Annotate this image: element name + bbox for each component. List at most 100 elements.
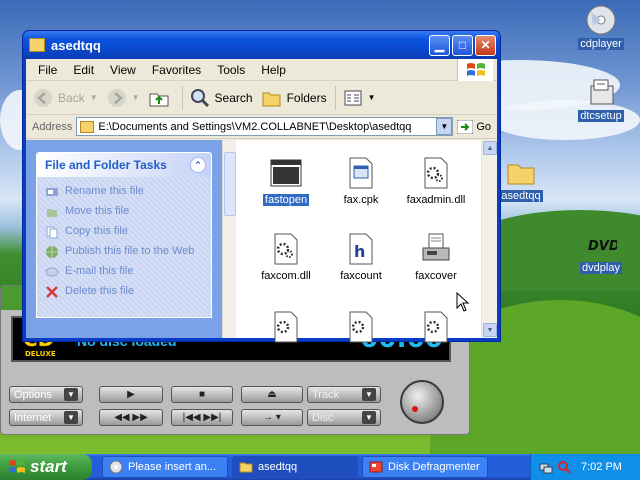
file-item[interactable]: fax.cpk bbox=[326, 156, 396, 206]
menu-file[interactable]: File bbox=[30, 63, 65, 77]
task-section-header[interactable]: File and Folder Tasks ⌃ bbox=[37, 153, 211, 177]
folder-icon bbox=[507, 164, 535, 185]
file-item[interactable]: faxadmin.dll bbox=[401, 156, 471, 206]
start-button[interactable]: start bbox=[0, 454, 92, 480]
chevron-down-icon[interactable]: ▼ bbox=[436, 118, 453, 135]
file-item[interactable]: faxcover bbox=[401, 232, 471, 282]
svg-text:DELUXE: DELUXE bbox=[25, 350, 56, 358]
email-icon bbox=[45, 267, 59, 277]
file-name: faxadmin.dll bbox=[406, 194, 466, 206]
desktop-icon-dvdplay[interactable]: DVD dvdplay bbox=[566, 228, 636, 274]
file-item[interactable]: h faxcount bbox=[326, 232, 396, 282]
menu-tools[interactable]: Tools bbox=[209, 63, 253, 77]
window-titlebar[interactable]: asedtqq ▁ □ ✕ bbox=[23, 31, 500, 59]
file-item[interactable] bbox=[401, 310, 471, 348]
eject-button[interactable]: ⏏ bbox=[241, 386, 303, 403]
folders-icon bbox=[262, 92, 281, 106]
search-button[interactable]: Search bbox=[189, 87, 253, 109]
desktop-icon-dtcsetup[interactable]: dtcsetup bbox=[566, 76, 636, 122]
menu-edit[interactable]: Edit bbox=[65, 63, 102, 77]
go-button[interactable]: Go bbox=[457, 119, 497, 134]
toolbar-separator bbox=[181, 85, 183, 110]
file-list: fastopen fax.cpk faxadmin.dll faxcom.dll… bbox=[236, 140, 481, 343]
scrollbar-thumb[interactable] bbox=[224, 152, 236, 216]
desktop-icon-label: asedtqq bbox=[499, 190, 543, 202]
chevron-down-icon: ▼ bbox=[64, 411, 78, 424]
menu-view[interactable]: View bbox=[102, 63, 144, 77]
up-folder-button[interactable] bbox=[148, 87, 174, 109]
toolbar-separator bbox=[334, 85, 336, 110]
taskbar-item-disk-defragmenter[interactable]: Disk Defragmenter bbox=[362, 456, 488, 478]
clock: 7:02 PM bbox=[581, 461, 622, 473]
gear-file-icon bbox=[424, 157, 448, 189]
task-rename[interactable]: Rename this file bbox=[45, 185, 203, 199]
file-name: fastopen bbox=[262, 194, 310, 206]
content-area: File and Folder Tasks ⌃ Rename this file… bbox=[26, 140, 497, 343]
task-email[interactable]: E-mail this file bbox=[45, 265, 203, 279]
folder-icon bbox=[29, 38, 45, 52]
task-label: E-mail this file bbox=[65, 265, 134, 277]
folders-button[interactable]: Folders bbox=[261, 87, 327, 109]
close-button[interactable]: ✕ bbox=[475, 34, 496, 56]
menu-favorites[interactable]: Favorites bbox=[144, 63, 209, 77]
taskbar-item-label: Disk Defragmenter bbox=[388, 461, 480, 473]
delete-icon bbox=[46, 286, 58, 298]
track-skip-button[interactable]: |◀◀ ▶▶| bbox=[171, 409, 233, 426]
gear-file-icon bbox=[274, 233, 298, 265]
internet-dropdown[interactable]: Internet ▼ bbox=[9, 409, 83, 426]
taskbar-item-asedtqq[interactable]: asedtqq bbox=[232, 456, 358, 478]
task-delete[interactable]: Delete this file bbox=[45, 285, 203, 299]
scroll-up-button[interactable]: ▲ bbox=[483, 141, 497, 155]
task-move[interactable]: Move this file bbox=[45, 205, 203, 219]
desktop-icon-cdplayer[interactable]: cdplayer bbox=[566, 4, 636, 50]
collapse-icon[interactable]: ⌃ bbox=[190, 157, 206, 173]
task-pane-scrollbar[interactable] bbox=[222, 140, 236, 338]
disc-dropdown[interactable]: Disc ▼ bbox=[307, 409, 381, 426]
stop-button[interactable]: ■ bbox=[171, 386, 233, 403]
magnifier-icon[interactable] bbox=[557, 460, 571, 474]
system-tray: 7:02 PM bbox=[530, 454, 640, 480]
task-copy[interactable]: Copy this file bbox=[45, 225, 203, 239]
task-label: Move this file bbox=[65, 205, 130, 217]
back-button[interactable]: Back ▼ bbox=[32, 87, 98, 109]
setup-icon bbox=[590, 79, 614, 105]
rename-icon bbox=[46, 188, 58, 196]
network-icon[interactable] bbox=[539, 460, 553, 474]
file-item[interactable] bbox=[326, 310, 396, 348]
mode-button[interactable]: → ▾ bbox=[241, 409, 303, 426]
toolbar: Back ▼ ▼ Search Folders ▼ bbox=[26, 81, 497, 115]
track-dropdown[interactable]: Track ▼ bbox=[307, 386, 381, 403]
address-field[interactable]: E:\Documents and Settings\VM2.COLLABNET\… bbox=[76, 117, 454, 136]
volume-knob[interactable] bbox=[400, 380, 444, 424]
menu-bar: File Edit View Favorites Tools Help bbox=[26, 59, 497, 81]
views-button[interactable]: ▼ bbox=[342, 87, 376, 109]
file-list-scrollbar[interactable]: ▲ ▼ bbox=[481, 140, 497, 338]
h-file-icon: h bbox=[349, 233, 373, 265]
fax-machine-icon bbox=[422, 233, 450, 261]
menu-help[interactable]: Help bbox=[253, 63, 294, 77]
address-value: E:\Documents and Settings\VM2.COLLABNET\… bbox=[98, 120, 412, 133]
folders-label: Folders bbox=[286, 90, 327, 105]
window-body: File Edit View Favorites Tools Help Back… bbox=[26, 59, 497, 343]
taskbar-item-please-insert[interactable]: Please insert an... bbox=[102, 456, 228, 478]
forward-button[interactable]: ▼ bbox=[106, 87, 140, 109]
skip-back-button[interactable]: ◀◀ ▶▶ bbox=[99, 409, 163, 426]
minimize-button[interactable]: ▁ bbox=[429, 34, 450, 56]
window-title: asedtqq bbox=[51, 37, 101, 53]
up-folder-icon bbox=[149, 93, 169, 106]
taskbar-item-label: Please insert an... bbox=[128, 461, 217, 473]
play-button[interactable]: ▶ bbox=[99, 386, 163, 403]
task-publish[interactable]: Publish this file to the Web bbox=[45, 245, 203, 259]
file-item[interactable]: fastopen bbox=[251, 156, 321, 206]
scroll-down-button[interactable]: ▼ bbox=[483, 323, 497, 337]
views-icon bbox=[344, 90, 362, 105]
options-dropdown[interactable]: Options ▼ bbox=[9, 386, 83, 403]
maximize-button[interactable]: □ bbox=[452, 34, 473, 56]
chevron-down-icon: ▼ bbox=[362, 411, 376, 424]
file-item[interactable] bbox=[251, 310, 321, 348]
desktop-icon-label: cdplayer bbox=[578, 38, 624, 50]
file-item[interactable]: faxcom.dll bbox=[251, 232, 321, 282]
file-name: faxcover bbox=[415, 270, 457, 282]
gear-file-icon bbox=[274, 311, 298, 343]
desktop-icon-label: dtcsetup bbox=[578, 110, 624, 122]
